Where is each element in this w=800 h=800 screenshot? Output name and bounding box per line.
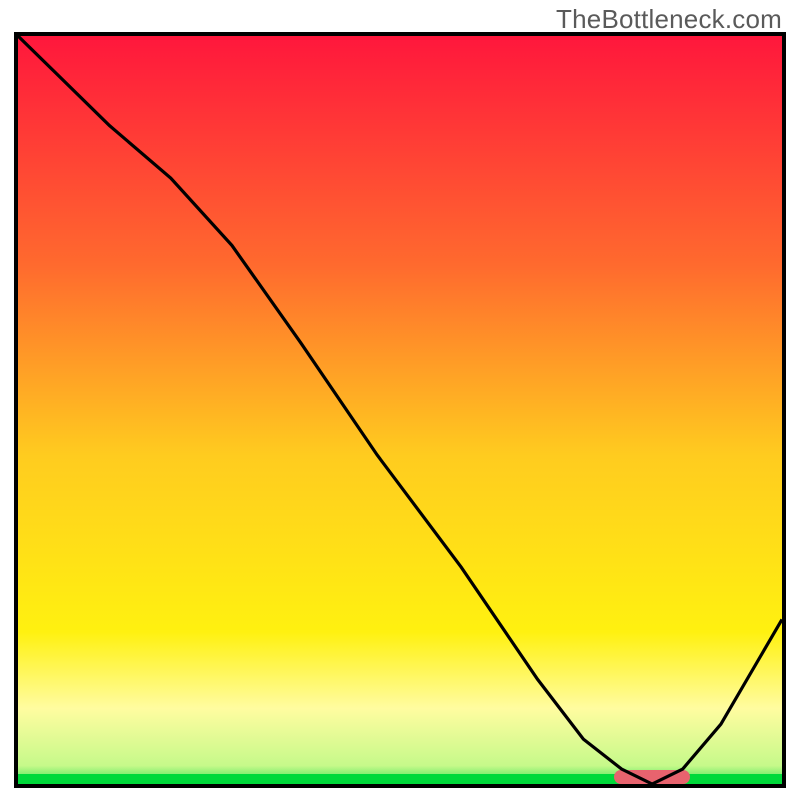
chart-plot-area [14, 32, 786, 788]
bottleneck-curve [18, 36, 782, 784]
watermark-text: TheBottleneck.com [556, 4, 782, 35]
